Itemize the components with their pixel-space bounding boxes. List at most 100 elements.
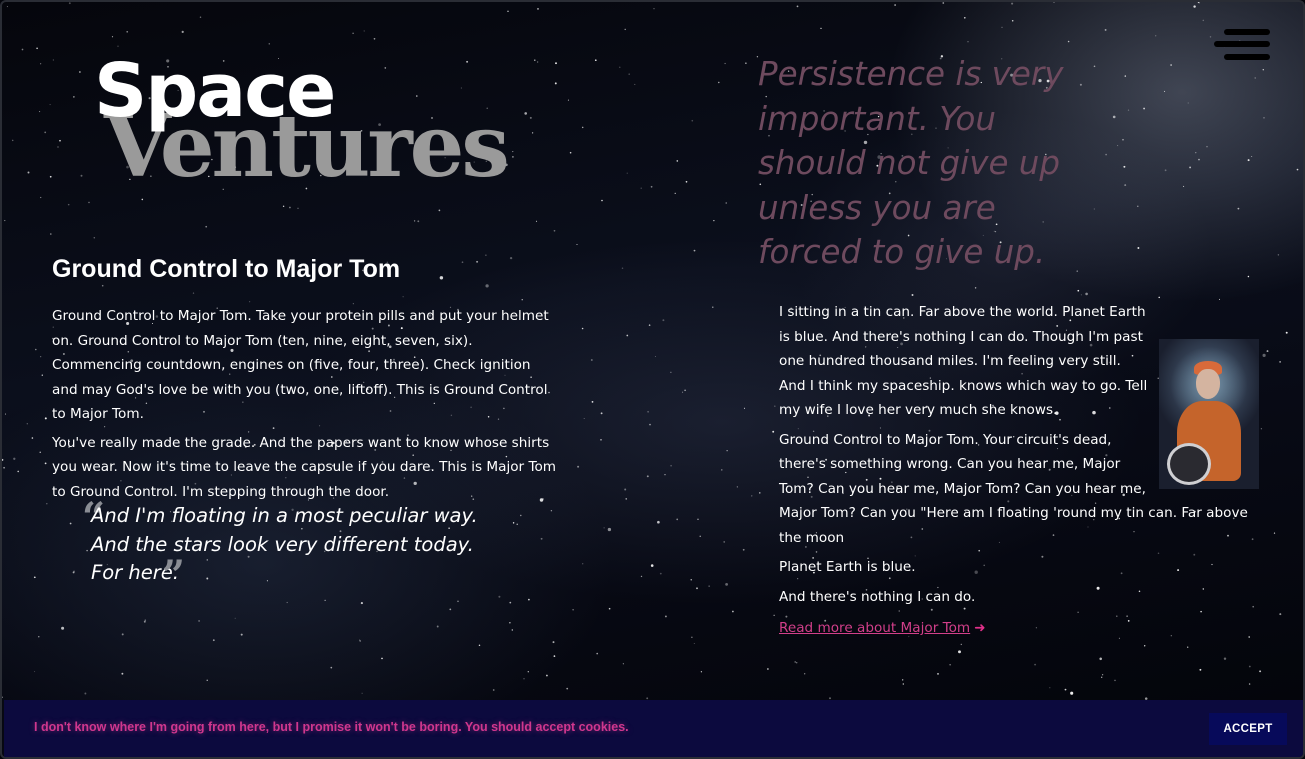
star: [527, 671, 529, 673]
star: [1123, 165, 1126, 168]
star: [40, 63, 42, 65]
star: [40, 356, 42, 358]
star: [511, 629, 513, 631]
star: [804, 673, 806, 675]
star: [234, 617, 236, 619]
star: [566, 687, 569, 690]
star: [646, 475, 649, 478]
star: [509, 601, 512, 604]
hamburger-menu-icon[interactable]: [1212, 26, 1274, 68]
star: [902, 679, 904, 681]
star: [1124, 184, 1127, 187]
star: [79, 71, 81, 73]
star: [360, 602, 363, 605]
star: [1187, 646, 1189, 648]
star: [240, 633, 243, 636]
star: [413, 220, 416, 222]
star: [1237, 207, 1240, 210]
star: [373, 37, 376, 40]
star: [352, 32, 354, 35]
star: [4, 413, 7, 415]
star: [690, 579, 692, 581]
star: [640, 575, 643, 578]
star: [1105, 153, 1107, 156]
star: [531, 132, 534, 134]
star: [958, 650, 961, 654]
star: [650, 185, 653, 188]
quote-line-3: For here.: [91, 561, 179, 584]
star: [205, 225, 208, 228]
star: [402, 296, 404, 298]
star: [621, 267, 624, 270]
astronaut-portrait-image: [1159, 339, 1259, 489]
star: [143, 620, 146, 623]
left-body-text: Ground Control to Major Tom. Take your p…: [52, 304, 557, 508]
star: [608, 607, 611, 610]
star: [967, 41, 969, 43]
star: [829, 697, 831, 700]
article-heading: Ground Control to Major Tom: [52, 255, 401, 283]
star: [773, 614, 775, 616]
star: [696, 587, 698, 590]
star: [6, 6, 8, 8]
star: [1187, 102, 1189, 104]
star: [67, 203, 70, 206]
star: [1262, 68, 1265, 71]
star: [1117, 145, 1119, 147]
right-body-text: I sitting in a tin can. Far above the wo…: [779, 300, 1259, 641]
star: [600, 438, 602, 441]
star: [751, 495, 753, 497]
left-paragraph-2: You've really made the grade. And the pa…: [52, 434, 557, 500]
star: [567, 99, 569, 101]
star: [1279, 613, 1282, 616]
star: [521, 299, 523, 301]
star: [1049, 687, 1051, 689]
star: [647, 410, 649, 413]
read-more-link[interactable]: Read more about Major Tom ➜: [779, 616, 986, 641]
star: [1195, 152, 1197, 154]
star: [1263, 116, 1265, 119]
star: [1285, 331, 1288, 334]
star: [11, 139, 14, 142]
site-logo[interactable]: Space Ventures: [94, 54, 514, 204]
star: [35, 348, 37, 351]
star: [772, 430, 775, 433]
star: [268, 43, 270, 45]
star: [126, 30, 129, 33]
quote-line-2: And the stars look very different today.: [91, 532, 474, 556]
star: [676, 518, 679, 521]
star: [438, 209, 441, 212]
star: [1247, 275, 1250, 278]
star: [1223, 657, 1227, 660]
star: [363, 30, 365, 32]
page-frame: Space Ventures Ground Control to Major T…: [0, 0, 1305, 759]
star: [693, 642, 695, 645]
star: [1112, 115, 1116, 119]
star: [662, 319, 665, 322]
star: [794, 661, 796, 663]
star: [590, 359, 593, 361]
accept-cookies-button[interactable]: ACCEPT: [1209, 713, 1287, 745]
star: [545, 674, 548, 677]
pull-quote: Persistence is very important. You shoul…: [758, 55, 1064, 271]
star: [297, 207, 299, 209]
star: [650, 564, 654, 567]
star: [478, 644, 481, 647]
star: [57, 146, 59, 148]
star: [101, 284, 104, 287]
star: [634, 83, 636, 85]
star: [1164, 169, 1167, 172]
star: [682, 391, 684, 393]
star: [628, 73, 630, 75]
star: [911, 294, 914, 296]
star: [1279, 361, 1281, 363]
star: [1011, 20, 1014, 22]
star: [509, 256, 513, 260]
star: [736, 486, 738, 488]
star: [591, 401, 594, 403]
star: [461, 261, 464, 264]
star: [624, 28, 626, 31]
star: [796, 662, 798, 664]
star: [674, 192, 676, 195]
star: [485, 284, 489, 288]
